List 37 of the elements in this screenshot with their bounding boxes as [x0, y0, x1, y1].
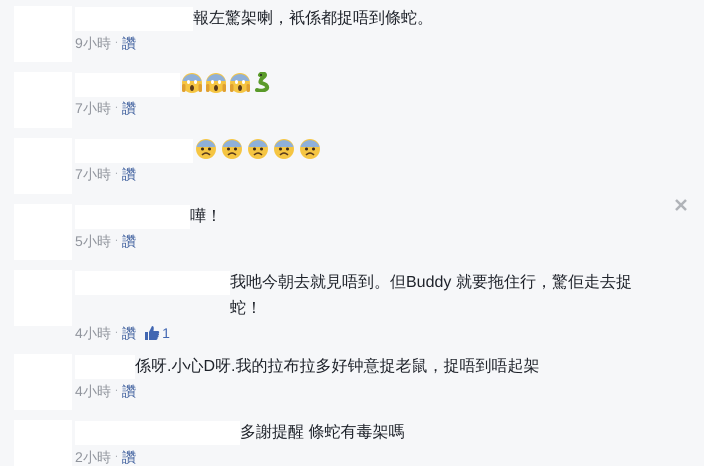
screaming-face-icon: [181, 72, 203, 94]
fearful-face-icon: [221, 138, 243, 160]
like-link[interactable]: 讚: [122, 32, 136, 54]
like-link[interactable]: 讚: [122, 230, 136, 252]
like-link[interactable]: 讚: [122, 163, 136, 185]
comment-text: 多謝提醒 條蛇有毒架嗎: [240, 422, 404, 443]
timestamp: 2小時: [75, 448, 111, 466]
like-link[interactable]: 讚: [122, 97, 136, 119]
like-link[interactable]: 讚: [122, 380, 136, 402]
timestamp: 7小時: [75, 99, 111, 118]
like-link[interactable]: 讚: [122, 322, 136, 344]
comment-text: 報左驚架喇，衹係都捉唔到條蛇。: [193, 8, 433, 29]
fearful-face-icon: [273, 138, 295, 160]
fearful-face-icon: [195, 138, 217, 160]
comment-text: 嘩！: [190, 206, 222, 227]
separator-dot: ·: [114, 384, 118, 398]
like-count: 1: [162, 324, 170, 343]
separator-dot: ·: [114, 167, 118, 181]
screaming-face-icon: [205, 72, 227, 94]
screaming-face-icon: [229, 72, 251, 94]
separator-dot: ·: [114, 234, 118, 248]
separator-dot: ·: [114, 36, 118, 50]
timestamp: 9小時: [75, 34, 111, 53]
close-button[interactable]: [674, 198, 688, 212]
like-link[interactable]: 讚: [122, 446, 136, 466]
fearful-face-icon: [299, 138, 321, 160]
thumbs-up-icon: [144, 325, 160, 341]
fearful-face-icon: [247, 138, 269, 160]
comment-text: 我吔今朝去就見唔到。但Buddy 就要拖住行，驚佢走去捉蛇！: [230, 272, 633, 319]
timestamp: 5小時: [75, 232, 111, 251]
separator-dot: ·: [114, 450, 118, 464]
timestamp: 4小時: [75, 324, 111, 343]
timestamp: 4小時: [75, 382, 111, 401]
separator-dot: ·: [114, 101, 118, 115]
comment-text: 係呀.小心D呀.我的拉布拉多好钟意捉老鼠，捉唔到唔起架: [135, 356, 540, 377]
separator-dot: ·: [114, 326, 118, 340]
timestamp: 7小時: [75, 165, 111, 184]
